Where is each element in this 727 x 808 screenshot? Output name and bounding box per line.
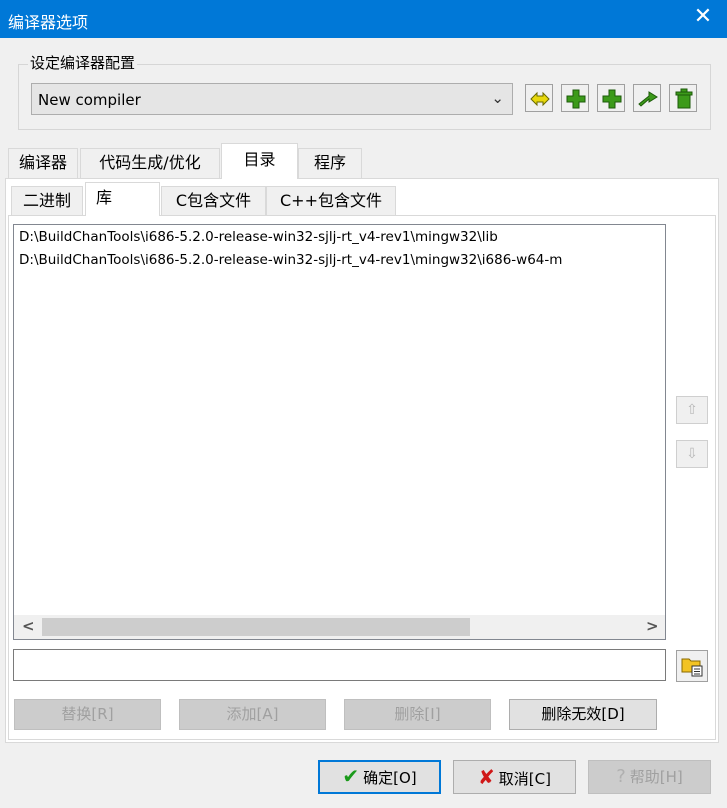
help-icon: ? — [616, 766, 626, 787]
scroll-left-icon[interactable]: < — [22, 617, 35, 635]
arrow-down-icon: ⇩ — [686, 446, 698, 462]
tab-codegen[interactable]: 代码生成/优化 — [80, 148, 220, 178]
tab-directories[interactable]: 目录 — [221, 143, 298, 179]
help-label: 帮助[H] — [629, 768, 683, 786]
delete-button[interactable]: 删除[I] — [344, 699, 491, 730]
rename-compiler-set-button[interactable] — [525, 84, 553, 112]
replace-button[interactable]: 替换[R] — [14, 699, 161, 730]
title-bar: 编译器选项 ✕ — [0, 0, 727, 38]
horizontal-scrollbar[interactable]: < > — [14, 615, 665, 639]
add-icon — [566, 89, 586, 109]
cancel-x-icon: ✘ — [478, 765, 495, 789]
delete-invalid-button[interactable]: 删除无效[D] — [509, 699, 657, 730]
move-up-button[interactable]: ⇧ — [676, 396, 708, 424]
window-title: 编译器选项 — [8, 13, 89, 32]
subtab-c-includes[interactable]: C包含文件 — [161, 186, 266, 215]
add-compiler-set-button[interactable] — [561, 84, 589, 112]
scroll-right-icon[interactable]: > — [646, 617, 659, 635]
scrollbar-thumb[interactable] — [42, 618, 470, 636]
trash-icon — [675, 88, 693, 109]
subtab-cpp-includes[interactable]: C++包含文件 — [266, 186, 396, 215]
cancel-label: 取消[C] — [498, 770, 551, 788]
arrow-up-icon: ⇧ — [686, 402, 698, 418]
list-item[interactable]: D:\BuildChanTools\i686-5.2.0-release-win… — [19, 252, 562, 268]
folder-icon — [681, 658, 703, 677]
ok-label: 确定[O] — [363, 769, 417, 787]
rename-icon — [530, 91, 550, 107]
ok-button[interactable]: ✔ 确定[O] — [318, 760, 441, 794]
compiler-set-value: New compiler — [38, 91, 141, 109]
delete-compiler-set-button[interactable] — [669, 84, 697, 112]
tab-programs[interactable]: 程序 — [298, 148, 362, 178]
subtab-binaries[interactable]: 二进制 — [11, 186, 83, 215]
directory-path-input[interactable] — [13, 649, 666, 681]
import-compiler-set-button[interactable] — [633, 84, 661, 112]
add-icon — [602, 89, 622, 109]
checkmark-icon: ✔ — [342, 764, 360, 788]
arrow-icon — [638, 91, 658, 107]
help-button[interactable]: ? 帮助[H] — [588, 760, 711, 794]
add-button[interactable]: 添加[A] — [179, 699, 326, 730]
cancel-button[interactable]: ✘ 取消[C] — [453, 760, 576, 794]
tab-compiler[interactable]: 编译器 — [8, 148, 78, 178]
copy-compiler-set-button[interactable] — [597, 84, 625, 112]
chevron-down-icon: ⌄ — [491, 89, 504, 107]
browse-folder-button[interactable] — [676, 650, 708, 682]
close-icon[interactable]: ✕ — [690, 4, 716, 29]
list-item[interactable]: D:\BuildChanTools\i686-5.2.0-release-win… — [19, 229, 498, 245]
subtab-libraries[interactable]: 库 — [85, 182, 160, 216]
move-down-button[interactable]: ⇩ — [676, 440, 708, 468]
compiler-set-label: 设定编译器配置 — [28, 52, 138, 73]
directory-list[interactable]: D:\BuildChanTools\i686-5.2.0-release-win… — [13, 224, 666, 640]
compiler-set-select[interactable]: New compiler ⌄ — [31, 83, 513, 115]
